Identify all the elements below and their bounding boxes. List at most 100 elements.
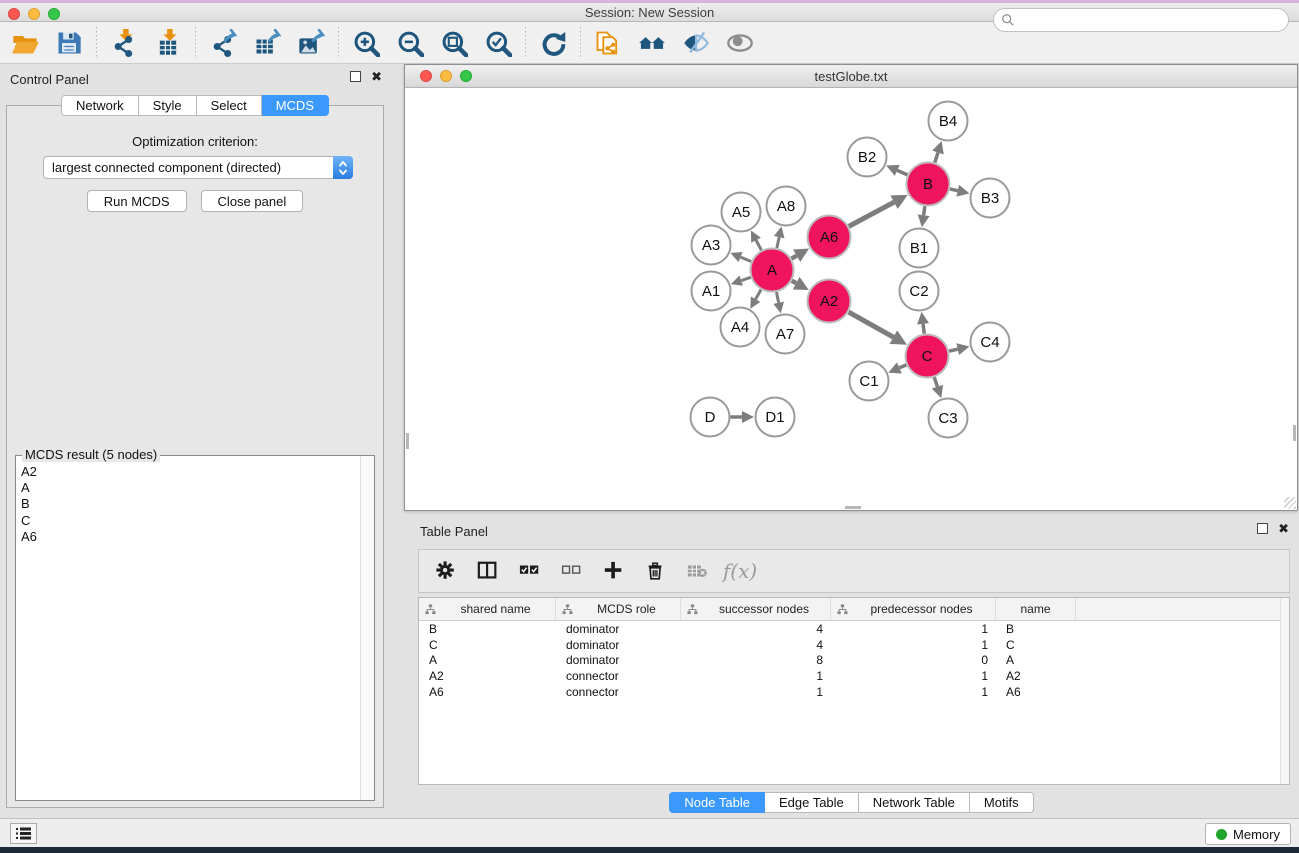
show-eye-button[interactable] xyxy=(721,26,759,60)
table-row[interactable]: A2connector11A2 xyxy=(419,668,1280,684)
table-row[interactable]: Bdominator41B xyxy=(419,621,1280,637)
export-network-button[interactable] xyxy=(204,26,242,60)
table-cell[interactable]: dominator xyxy=(556,653,681,667)
table-row[interactable]: Adominator80A xyxy=(419,652,1280,668)
tab-motifs[interactable]: Motifs xyxy=(970,792,1034,813)
right-scroll-indicator[interactable] xyxy=(1293,425,1296,441)
table-cell[interactable]: A2 xyxy=(996,669,1076,683)
table-cell[interactable]: A2 xyxy=(419,669,556,683)
node-B[interactable]: B xyxy=(907,163,950,206)
node-D1[interactable]: D1 xyxy=(756,398,795,437)
edge-A2-C[interactable] xyxy=(849,312,907,345)
table-cell[interactable]: C xyxy=(996,638,1076,652)
tab-network-table[interactable]: Network Table xyxy=(859,792,970,813)
table-cell[interactable]: B xyxy=(996,622,1076,636)
result-list-item[interactable]: A2 xyxy=(17,464,359,480)
zoom-selected-button[interactable] xyxy=(479,26,517,60)
table-row[interactable]: Cdominator41C xyxy=(419,637,1280,653)
table-cell[interactable]: A xyxy=(996,653,1076,667)
edge-A-A2[interactable] xyxy=(792,277,809,290)
node-A8[interactable]: A8 xyxy=(767,187,806,226)
network-canvas[interactable]: B4B2BB3A8A5A6A3B1AA1C2A2A4A7C4CC1C3DD1 xyxy=(406,88,1296,509)
node-A5[interactable]: A5 xyxy=(722,193,761,232)
task-history-button[interactable] xyxy=(10,823,37,844)
table-cell[interactable]: 1 xyxy=(831,638,996,652)
edge-A-A6[interactable] xyxy=(791,249,809,262)
edge-A-A1[interactable] xyxy=(731,275,751,285)
add-button[interactable] xyxy=(601,558,627,584)
node-C4[interactable]: C4 xyxy=(971,323,1010,362)
close-panel-icon[interactable]: ✖ xyxy=(371,71,382,82)
edge-B-B4[interactable] xyxy=(932,141,943,163)
table-cell[interactable]: dominator xyxy=(556,622,681,636)
refresh-button[interactable] xyxy=(534,26,572,60)
zoom-out-button[interactable] xyxy=(391,26,429,60)
select-all-checkboxes-button[interactable] xyxy=(517,558,543,584)
trash-button[interactable] xyxy=(643,558,669,584)
column-header-shared-name[interactable]: shared name xyxy=(419,598,556,620)
unselect-all-checkboxes-button[interactable] xyxy=(559,558,585,584)
node-A6[interactable]: A6 xyxy=(808,216,851,259)
float-table-panel-icon[interactable] xyxy=(1257,523,1268,534)
result-list-item[interactable]: C xyxy=(17,513,359,529)
optimization-criterion-dropdown[interactable]: largest connected component (directed) xyxy=(43,156,353,179)
tab-mcds[interactable]: MCDS xyxy=(262,95,329,116)
table-cell[interactable]: connector xyxy=(556,669,681,683)
table-cell[interactable]: dominator xyxy=(556,638,681,652)
table-cell[interactable]: 1 xyxy=(831,669,996,683)
edge-C-C3[interactable] xyxy=(932,377,943,398)
bottom-scroll-indicator[interactable] xyxy=(845,506,861,509)
node-B4[interactable]: B4 xyxy=(929,102,968,141)
export-table-button[interactable] xyxy=(248,26,286,60)
float-panel-icon[interactable] xyxy=(350,71,361,82)
table-scrollbar[interactable] xyxy=(1280,598,1289,784)
session-document-button[interactable] xyxy=(589,26,627,60)
node-C1[interactable]: C1 xyxy=(850,362,889,401)
node-A[interactable]: A xyxy=(751,249,794,292)
edge-A-A5[interactable] xyxy=(751,231,761,251)
edge-C-C4[interactable] xyxy=(949,343,970,355)
export-image-button[interactable] xyxy=(292,26,330,60)
column-header-successor-nodes[interactable]: successor nodes xyxy=(681,598,831,620)
network-window-titlebar[interactable]: testGlobe.txt xyxy=(405,65,1297,88)
edge-A-A3[interactable] xyxy=(730,252,751,262)
table-cell[interactable]: 8 xyxy=(681,653,831,667)
edge-B-B3[interactable] xyxy=(950,185,970,197)
left-scroll-indicator[interactable] xyxy=(406,433,409,449)
close-panel-button[interactable]: Close panel xyxy=(201,190,304,212)
resize-grip-icon[interactable] xyxy=(1284,497,1296,509)
column-header-name[interactable]: name xyxy=(996,598,1076,620)
tab-network[interactable]: Network xyxy=(61,95,139,116)
search-box[interactable] xyxy=(993,8,1289,32)
save-session-button[interactable] xyxy=(50,26,88,60)
result-list-scrollbar[interactable] xyxy=(360,456,374,800)
node-C[interactable]: C xyxy=(906,335,949,378)
import-table-button[interactable] xyxy=(149,26,187,60)
table-cell[interactable]: A xyxy=(419,653,556,667)
table-cell[interactable]: 1 xyxy=(831,685,996,699)
search-input[interactable] xyxy=(1015,10,1288,30)
node-C3[interactable]: C3 xyxy=(929,399,968,438)
tab-select[interactable]: Select xyxy=(197,95,262,116)
table-cell[interactable]: 1 xyxy=(831,622,996,636)
node-B1[interactable]: B1 xyxy=(900,229,939,268)
zoom-fit-button[interactable] xyxy=(435,26,473,60)
zoom-in-button[interactable] xyxy=(347,26,385,60)
table-cell[interactable]: 4 xyxy=(681,622,831,636)
column-header-predecessor-nodes[interactable]: predecessor nodes xyxy=(831,598,996,620)
edge-A6-B[interactable] xyxy=(849,195,908,227)
home-pair-button[interactable] xyxy=(633,26,671,60)
table-cell[interactable]: B xyxy=(419,622,556,636)
gear-button[interactable] xyxy=(433,558,459,584)
run-mcds-button[interactable]: Run MCDS xyxy=(87,190,187,212)
edge-D-D1[interactable] xyxy=(731,411,755,423)
node-A4[interactable]: A4 xyxy=(721,308,760,347)
result-list-item[interactable]: B xyxy=(17,496,359,512)
node-A1[interactable]: A1 xyxy=(692,272,731,311)
edge-C-C2[interactable] xyxy=(917,312,929,334)
table-cell[interactable]: A6 xyxy=(419,685,556,699)
column-header-MCDS-role[interactable]: MCDS role xyxy=(556,598,681,620)
node-B3[interactable]: B3 xyxy=(971,179,1010,218)
result-list-item[interactable]: A6 xyxy=(17,529,359,545)
table-cell[interactable]: A6 xyxy=(996,685,1076,699)
